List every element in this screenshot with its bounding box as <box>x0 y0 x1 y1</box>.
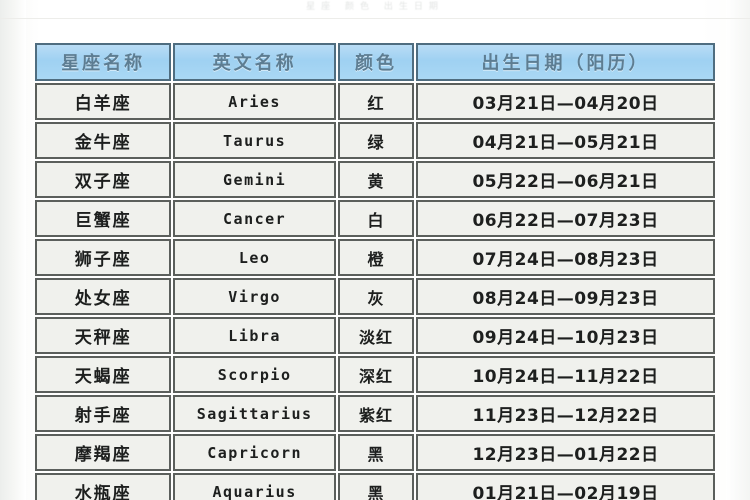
cell-sign-name: 射手座 <box>35 395 172 432</box>
column-header-sign-name[interactable]: 星座名称 <box>35 43 172 81</box>
cell-sign-name: 水瓶座 <box>35 473 172 500</box>
cell-color: 灰 <box>337 278 415 315</box>
column-header-english-name[interactable]: 英文名称 <box>173 43 336 81</box>
cell-english-name: Aries <box>173 83 336 120</box>
cell-color: 绿 <box>337 122 415 159</box>
zodiac-table-container: 星座名称 英文名称 颜色 出生日期（阳历） 白羊座 Aries 红 03月21日—04… <box>33 41 717 500</box>
scan-right-edge-shading <box>726 0 750 500</box>
clipped-heading-remnant: 星座 颜色 出生日期 <box>306 2 444 12</box>
cell-english-name: Leo <box>173 239 336 276</box>
table-row: 巨蟹座 Cancer 白 06月22日—07月23日 <box>35 200 715 237</box>
cell-english-name: Virgo <box>173 278 336 315</box>
cell-birth-date: 04月21日—05月21日 <box>416 122 715 159</box>
table-row: 天秤座 Libra 淡红 09月24日—10月23日 <box>35 317 715 354</box>
table-header-row: 星座名称 英文名称 颜色 出生日期（阳历） <box>35 43 715 81</box>
cell-sign-name: 天秤座 <box>35 317 172 354</box>
cell-sign-name: 白羊座 <box>35 83 172 120</box>
cell-color: 白 <box>337 200 415 237</box>
cell-english-name: Gemini <box>173 161 336 198</box>
cell-birth-date: 07月24日—08月23日 <box>416 239 715 276</box>
cell-sign-name: 双子座 <box>35 161 172 198</box>
cell-birth-date: 01月21日—02月19日 <box>416 473 715 500</box>
top-divider <box>0 18 750 19</box>
cell-english-name: Scorpio <box>173 356 336 393</box>
column-header-color[interactable]: 颜色 <box>337 43 415 81</box>
table-row: 双子座 Gemini 黄 05月22日—06月21日 <box>35 161 715 198</box>
cell-color: 淡红 <box>337 317 415 354</box>
cell-color: 紫红 <box>337 395 415 432</box>
table-row: 白羊座 Aries 红 03月21日—04月20日 <box>35 83 715 120</box>
cell-color: 黑 <box>337 434 415 471</box>
cell-sign-name: 巨蟹座 <box>35 200 172 237</box>
cell-color: 黑 <box>337 473 415 500</box>
cell-birth-date: 12月23日—01月22日 <box>416 434 715 471</box>
cell-birth-date: 03月21日—04月20日 <box>416 83 715 120</box>
cell-sign-name: 处女座 <box>35 278 172 315</box>
cell-sign-name: 金牛座 <box>35 122 172 159</box>
cell-english-name: Aquarius <box>173 473 336 500</box>
cell-birth-date: 10月24日—11月22日 <box>416 356 715 393</box>
cell-color: 红 <box>337 83 415 120</box>
page-root: 星座 颜色 出生日期 星座名称 英文名称 颜色 出生日期（阳历） 白羊座 Arie… <box>0 0 750 500</box>
cell-sign-name: 天蝎座 <box>35 356 172 393</box>
cell-birth-date: 11月23日—12月22日 <box>416 395 715 432</box>
table-row: 处女座 Virgo 灰 08月24日—09月23日 <box>35 278 715 315</box>
cell-color: 橙 <box>337 239 415 276</box>
table-row: 金牛座 Taurus 绿 04月21日—05月21日 <box>35 122 715 159</box>
cell-color: 黄 <box>337 161 415 198</box>
table-row: 狮子座 Leo 橙 07月24日—08月23日 <box>35 239 715 276</box>
table-row: 射手座 Sagittarius 紫红 11月23日—12月22日 <box>35 395 715 432</box>
zodiac-signs-table: 星座名称 英文名称 颜色 出生日期（阳历） 白羊座 Aries 红 03月21日—04… <box>33 41 717 500</box>
table-body: 白羊座 Aries 红 03月21日—04月20日 金牛座 Taurus 绿 04月21日—0… <box>35 83 715 500</box>
cell-birth-date: 06月22日—07月23日 <box>416 200 715 237</box>
cell-birth-date: 08月24日—09月23日 <box>416 278 715 315</box>
cell-english-name: Cancer <box>173 200 336 237</box>
column-header-birth-date[interactable]: 出生日期（阳历） <box>416 43 715 81</box>
cell-sign-name: 摩羯座 <box>35 434 172 471</box>
cell-color: 深红 <box>337 356 415 393</box>
table-row: 水瓶座 Aquarius 黑 01月21日—02月19日 <box>35 473 715 500</box>
cell-birth-date: 05月22日—06月21日 <box>416 161 715 198</box>
table-row: 天蝎座 Scorpio 深红 10月24日—11月22日 <box>35 356 715 393</box>
cell-birth-date: 09月24日—10月23日 <box>416 317 715 354</box>
cell-english-name: Taurus <box>173 122 336 159</box>
cell-sign-name: 狮子座 <box>35 239 172 276</box>
table-header: 星座名称 英文名称 颜色 出生日期（阳历） <box>35 43 715 81</box>
cell-english-name: Libra <box>173 317 336 354</box>
table-row: 摩羯座 Capricorn 黑 12月23日—01月22日 <box>35 434 715 471</box>
scan-left-edge-shading <box>0 0 26 500</box>
cell-english-name: Capricorn <box>173 434 336 471</box>
cell-english-name: Sagittarius <box>173 395 336 432</box>
